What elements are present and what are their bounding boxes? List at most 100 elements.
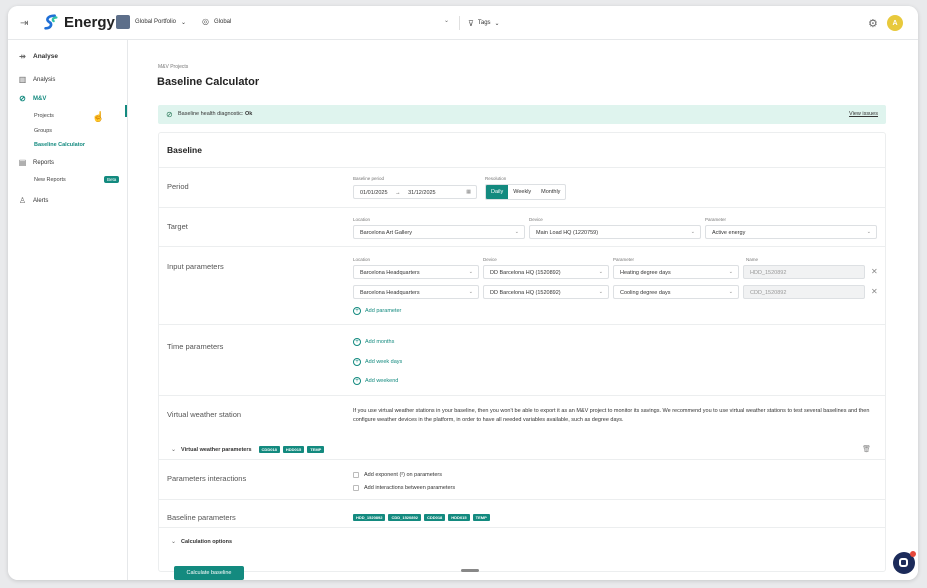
target-parameter-select[interactable]: Active energy ⌄ [705, 225, 877, 239]
add-parameter-label: Add parameter [365, 308, 402, 314]
plus-circle-icon: + [353, 377, 361, 385]
app-logo[interactable]: Energy [42, 13, 115, 31]
add-week-days-label: Add week days [365, 359, 403, 365]
baseline-period-label: Baseline period [353, 176, 385, 181]
sidebar-item-baseline-calculator[interactable]: Baseline Calculator [34, 142, 85, 148]
add-parameter-button[interactable]: + Add parameter [353, 307, 401, 315]
baseline-card: Baseline Period Baseline period 01/01/20… [158, 132, 886, 572]
add-months-label: Add months [365, 339, 395, 345]
virtual-weather-parameters-label: Virtual weather parameters [181, 446, 252, 453]
add-weekend-button[interactable]: + Add weekend [353, 377, 398, 385]
add-months-button[interactable]: + Add months [353, 338, 394, 346]
check-circle-icon: ⊘ [19, 94, 26, 103]
reports-icon: ▤ [18, 158, 27, 167]
portfolio-selector[interactable]: Global Portfolio ⌄ [116, 15, 186, 29]
add-week-days-button[interactable]: + Add week days [353, 358, 402, 366]
calculation-options-toggle[interactable]: ⌄ Calculation options [171, 538, 233, 546]
target-device-select[interactable]: Main Load HQ (1220759) ⌄ [529, 225, 701, 239]
interactions-checkbox[interactable]: Add interactions between parameters [353, 485, 455, 491]
sidebar-item-projects[interactable]: Projects [34, 113, 54, 119]
chevron-down-icon: ⌄ [181, 19, 187, 26]
sidebar-item-label: Reports [33, 159, 55, 166]
parameter-tag: HDD_1520892 [353, 514, 386, 521]
notification-dot [910, 551, 916, 557]
chevron-down-icon: ⌄ [598, 289, 603, 295]
page-title: Baseline Calculator [157, 76, 260, 88]
sidebar-item-analyse[interactable]: ⇸ Analyse [18, 52, 58, 61]
parameter-tag: CDD018 [258, 446, 280, 453]
parameter-tag: HDD015 [448, 514, 470, 521]
analyse-icon: ⇸ [19, 52, 26, 61]
device-label: Device [529, 217, 543, 222]
sidebar-item-analysis[interactable]: ▥ Analysis [18, 75, 56, 84]
period-end: 31/12/2025 [408, 190, 436, 196]
virtual-weather-station-text: If you use virtual weather stations in y… [353, 408, 870, 423]
chevron-down-icon[interactable]: ⌄ [444, 17, 449, 24]
scope-selector[interactable]: ◎ Global [202, 17, 231, 26]
sidebar-item-mv[interactable]: ⊘ M&V [18, 94, 46, 103]
baseline-parameters-label: Baseline parameters [167, 513, 236, 522]
gear-icon[interactable]: ⚙ [868, 17, 878, 30]
breadcrumb[interactable]: M&V Projects [158, 64, 188, 70]
divider [159, 207, 885, 208]
select-value: DD Barcelona HQ (1520892) [490, 270, 561, 276]
sidebar-item-alerts[interactable]: ♙ Alerts [18, 196, 48, 205]
input-location-select[interactable]: Barcelona Headquarters ⌄ [353, 285, 479, 299]
tags-filter[interactable]: ⊽ Tags ⌄ [459, 16, 500, 30]
time-parameters-label: Time parameters [167, 342, 224, 351]
resolution-daily[interactable]: Daily [486, 185, 509, 199]
sidebar: ⇸ Analyse ▥ Analysis ⊘ M&V Projects Grou… [8, 40, 128, 580]
check-circle-icon: ⊘ [166, 110, 173, 119]
input-device-select[interactable]: DD Barcelona HQ (1520892) ⌄ [483, 265, 609, 279]
chevron-down-icon: ⌄ [514, 229, 519, 235]
baseline-period-field[interactable]: 01/01/2025 → 31/12/2025 ▦ [353, 185, 477, 199]
period-start: 01/01/2025 [360, 190, 388, 196]
chevron-down-icon: ⌄ [728, 269, 733, 275]
target-location-select[interactable]: Barcelona Art Gallery ⌄ [353, 225, 525, 239]
parameter-tag: CDD_1520892 [388, 514, 421, 521]
resolution-weekly[interactable]: Weekly [508, 185, 536, 199]
active-indicator [125, 105, 127, 117]
parameter-tag: CDD018 [423, 514, 446, 521]
app-window: ⇥ Energy Global Portfolio ⌄ ◎ Global ⌄ ⊽… [8, 6, 918, 580]
parameter-tag: TEMP [472, 514, 490, 521]
trash-icon[interactable]: 🗑 [862, 445, 871, 453]
health-status: Ok [244, 111, 253, 117]
sidebar-item-label: Analyse [33, 53, 58, 60]
exponent-checkbox[interactable]: Add exponent (²) on parameters [353, 472, 442, 478]
section-title: Baseline [167, 145, 202, 155]
device-label: Device [483, 257, 497, 262]
filter-icon: ⊽ [468, 18, 474, 28]
sidebar-item-new-reports[interactable]: New Reports [34, 177, 66, 183]
input-parameter-select[interactable]: Heating degree days ⌄ [613, 265, 739, 279]
calculation-options-label: Calculation options [181, 538, 233, 545]
close-icon[interactable]: ✕ [871, 287, 878, 296]
collapse-menu-icon[interactable]: ⇥ [20, 18, 28, 29]
chevron-down-icon: ⌄ [598, 269, 603, 275]
virtual-weather-parameters-toggle[interactable]: ⌄ Virtual weather parameters CDD018 HDD0… [171, 446, 325, 453]
avatar[interactable]: A [887, 15, 903, 31]
select-value: DD Barcelona HQ (1520892) [490, 290, 561, 296]
chevron-down-icon: ⌄ [690, 229, 695, 235]
period-label: Period [167, 182, 189, 191]
view-issues-link[interactable]: View issues [849, 111, 878, 117]
calculate-baseline-button[interactable]: Calculate baseline [174, 566, 244, 580]
arrow-right-icon: → [395, 190, 401, 196]
location-label: Location [353, 257, 371, 262]
checkbox-box [353, 485, 359, 491]
sidebar-item-reports[interactable]: ▤ Reports [18, 158, 54, 167]
divider [159, 527, 885, 528]
input-location-select[interactable]: Barcelona Headquarters ⌄ [353, 265, 479, 279]
parameter-tag: HDD015 [282, 446, 305, 453]
sidebar-item-groups[interactable]: Groups [34, 128, 52, 134]
input-device-select[interactable]: DD Barcelona HQ (1520892) ⌄ [483, 285, 609, 299]
tags-label: Tags [477, 20, 491, 26]
chevron-down-icon: ⌄ [494, 20, 500, 27]
divider [159, 499, 885, 500]
close-icon[interactable]: ✕ [871, 267, 878, 276]
resolution-monthly[interactable]: Monthly [536, 185, 565, 199]
resize-handle[interactable] [461, 569, 479, 572]
input-parameter-select[interactable]: Cooling degree days ⌄ [613, 285, 739, 299]
select-value: Main Load HQ (1220759) [536, 230, 599, 236]
resolution-toggle[interactable]: Daily Weekly Monthly [485, 184, 567, 200]
